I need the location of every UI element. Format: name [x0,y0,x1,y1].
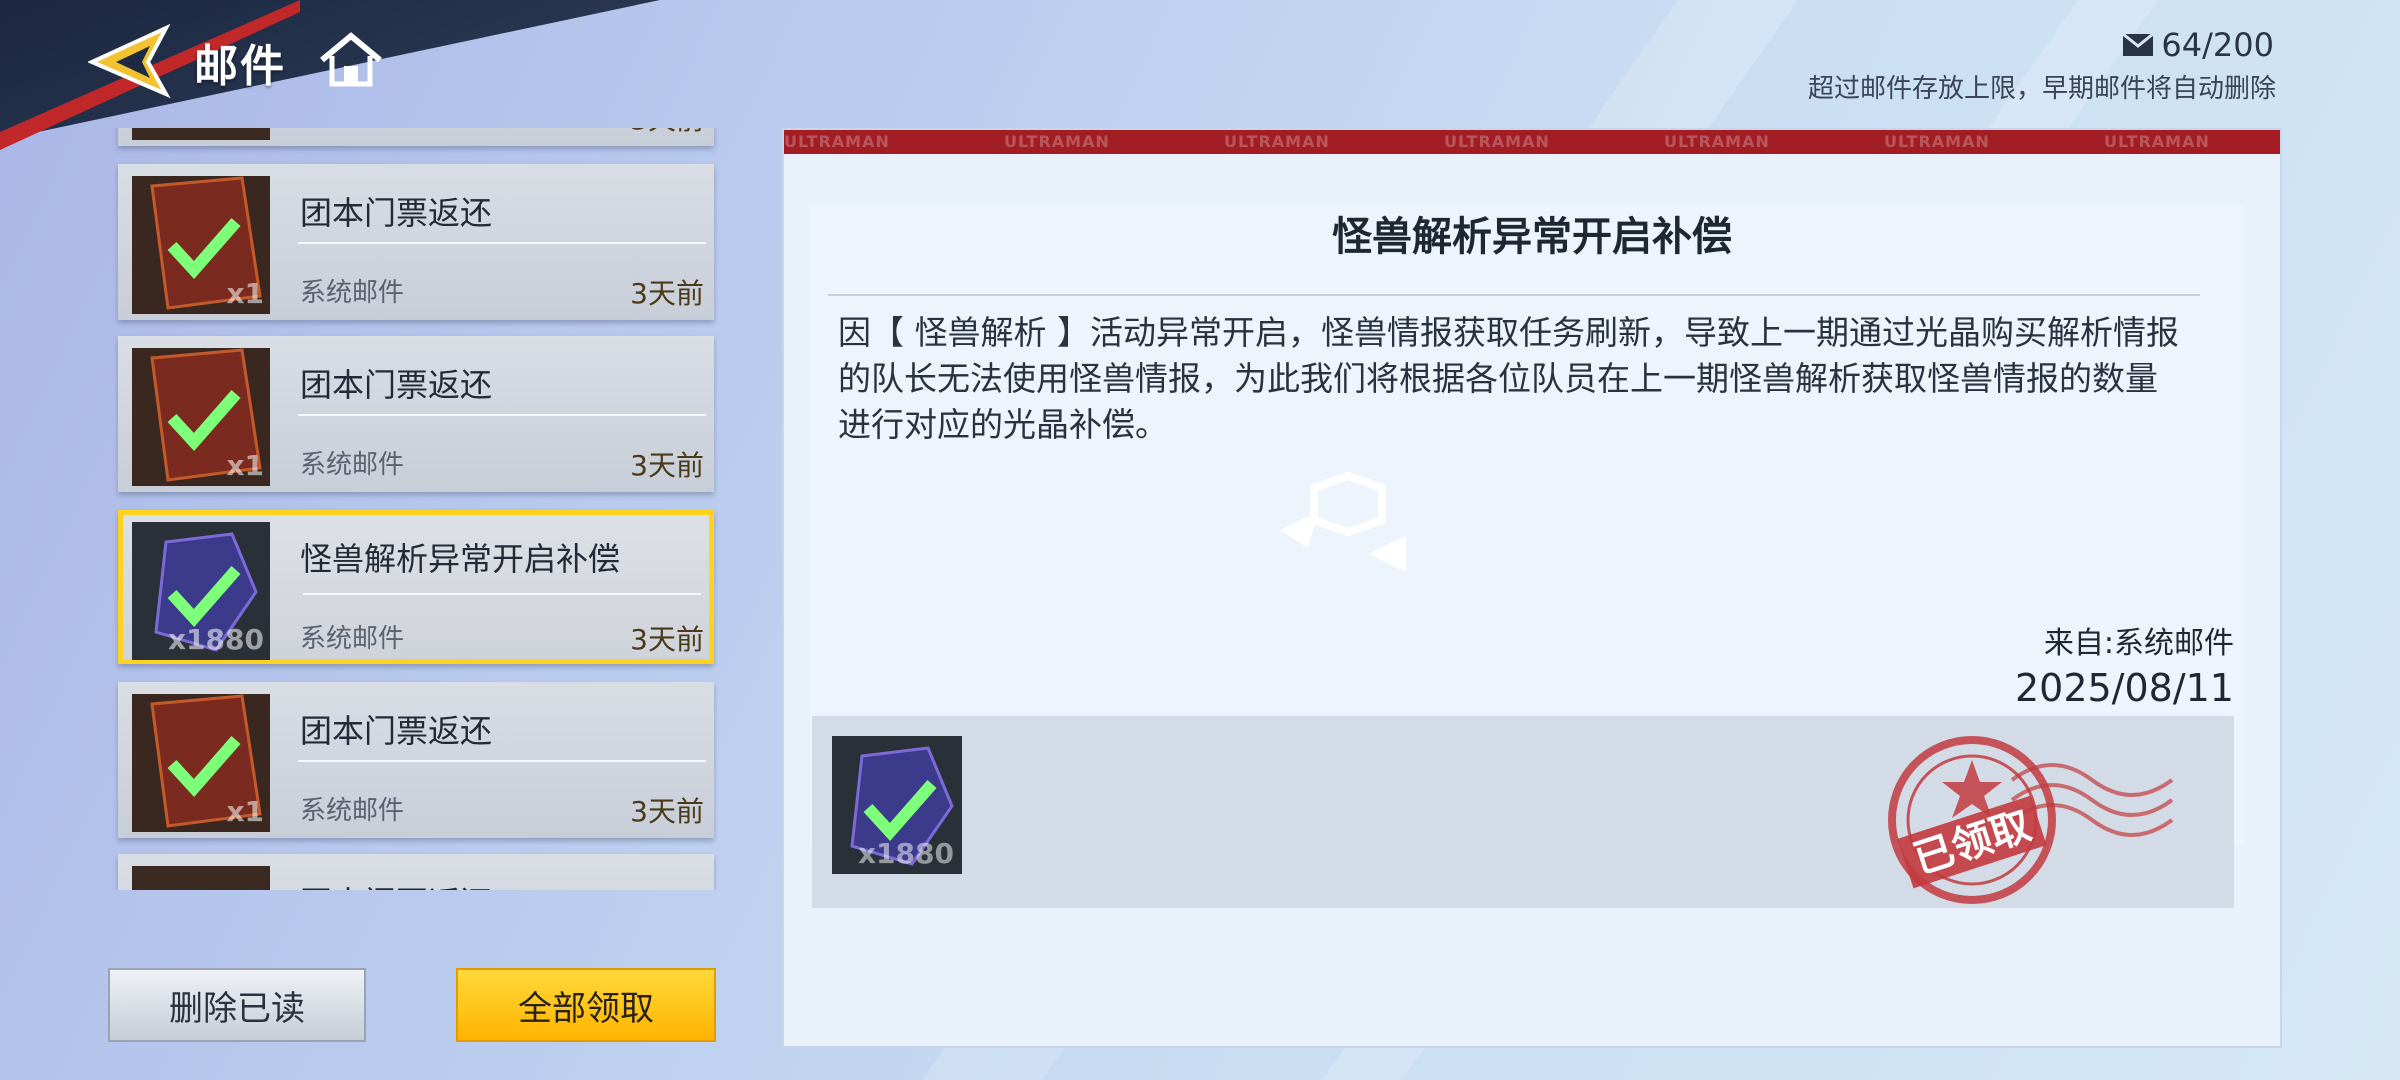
list-item[interactable]: 团本门票返还 [118,854,714,890]
envelope-icon [2123,34,2154,56]
banner-text: ULTRAMAN [1444,132,1550,151]
ticket-check-icon [132,128,270,140]
item-qty: x1 [226,277,264,310]
ultraman-logo-icon [1280,471,1406,572]
detail-date: 2025/08/11 [2014,666,2234,710]
mail-list[interactable]: 3天前 x1 团本门票返还 系统邮件 3天前 x1 团本门票返还 系统邮件 [112,128,718,890]
list-item-selected[interactable]: x1880 怪兽解析异常开启补偿 系统邮件 3天前 [118,510,714,664]
divider [303,593,701,595]
ticket-check-icon: x1 [132,694,270,832]
page-title: 邮件 [194,41,286,92]
mail-time: 3天前 [630,277,704,310]
mail-sender: 系统邮件 [300,278,405,308]
crystal-check-icon: x1880 [132,522,270,660]
mail-count: 64/200 [2123,26,2274,64]
claimed-stamp: 已领取 [1888,736,2174,904]
ticket-check-icon [132,866,270,890]
mail-time: 3天前 [630,449,704,482]
attachment-qty: x1880 [858,837,954,870]
detail-from: 来自:系统邮件 [2043,626,2234,661]
list-item[interactable]: 3天前 [118,128,714,146]
item-qty: x1 [226,449,264,482]
banner-text: ULTRAMAN [2104,132,2210,151]
list-item[interactable]: x1 团本门票返还 系统邮件 3天前 [118,682,714,838]
ticket-check-icon: x1 [132,176,270,314]
list-item[interactable]: x1 团本门票返还 系统邮件 3天前 [118,336,714,492]
mail-sender: 系统邮件 [300,624,405,654]
divider [828,294,2200,296]
attachment-area: x1880 已领取 [812,716,2234,908]
mail-title: 团本门票返还 [300,878,492,890]
delete-read-button[interactable]: 删除已读 [108,968,366,1042]
item-qty: x1880 [168,623,264,656]
home-icon [320,32,382,87]
mail-title: 团本门票返还 [300,712,493,750]
mail-sender: 系统邮件 [300,796,405,826]
mail-title: 怪兽解析异常开启补偿 [300,540,621,578]
back-arrow-icon [87,23,171,99]
list-item[interactable]: x1 团本门票返还 系统邮件 3天前 [118,164,714,320]
mail-sender: 系统邮件 [300,450,405,480]
mail-count-value: 64/200 [2161,26,2274,64]
divider [298,242,706,244]
mail-title: 团本门票返还 [300,194,493,232]
ultraman-banner: ULTRAMAN ULTRAMAN ULTRAMAN ULTRAMAN ULTR… [784,130,2280,154]
item-qty: x1 [226,795,264,828]
home-button[interactable] [318,30,384,90]
mail-title: 团本门票返还 [300,366,493,404]
banner-text: ULTRAMAN [784,132,890,151]
detail-title: 怪兽解析异常开启补偿 [1332,214,1732,260]
mail-time: 3天前 [630,623,704,656]
detail-body: 因【 怪兽解析 】活动异常开启，怪兽情报获取任务刷新，导致上一期通过光晶购买解析… [838,313,2179,444]
mail-limit-note: 超过邮件存放上限，早期邮件将自动删除 [1807,74,2276,104]
mail-detail-panel: ULTRAMAN ULTRAMAN ULTRAMAN ULTRAMAN ULTR… [782,128,2282,1048]
claim-all-button[interactable]: 全部领取 [456,968,716,1042]
ticket-check-icon: x1 [132,348,270,486]
banner-text: ULTRAMAN [1004,132,1110,151]
mail-time: 3天前 [630,795,704,828]
banner-text: ULTRAMAN [1664,132,1770,151]
divider [298,414,706,416]
banner-text: ULTRAMAN [1224,132,1330,151]
divider [298,760,706,762]
banner-text: ULTRAMAN [1884,132,1990,151]
back-button[interactable] [87,22,176,100]
attachment-item[interactable]: x1880 [832,736,962,874]
mail-time: 3天前 [630,128,704,138]
